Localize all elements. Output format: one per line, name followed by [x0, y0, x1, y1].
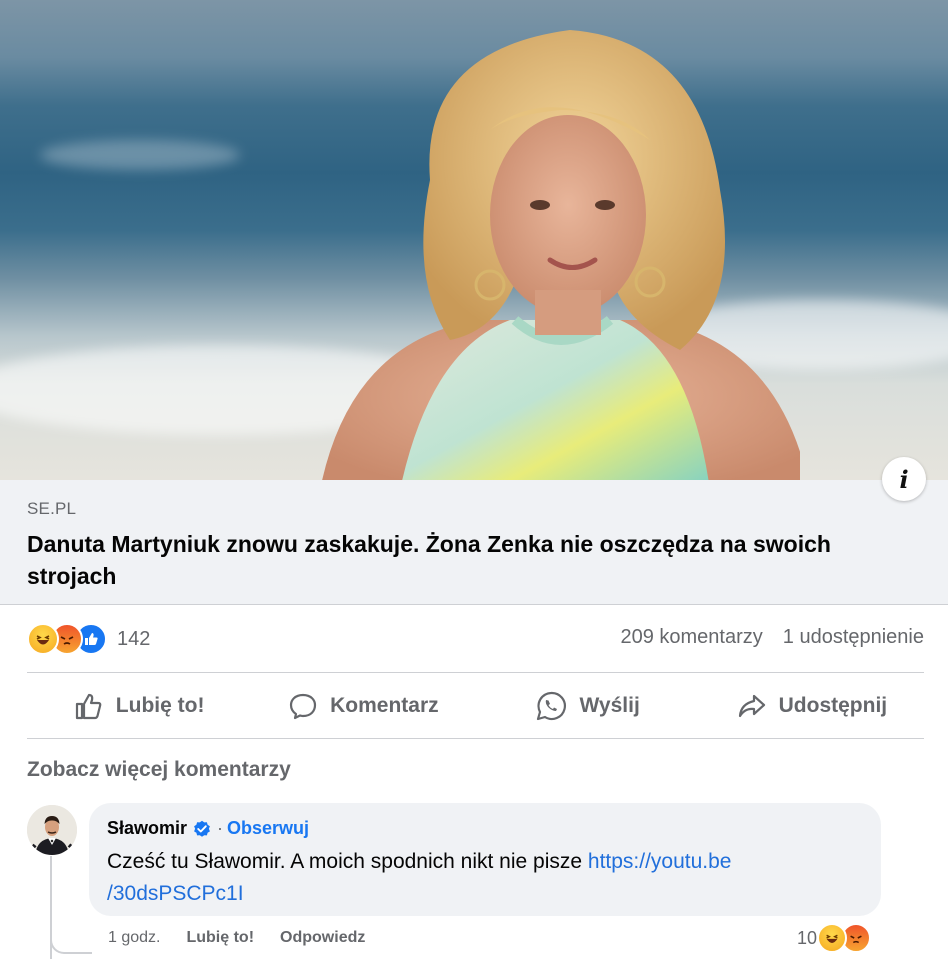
reaction-summary[interactable]: 142 — [27, 622, 150, 656]
comment-meta: 1 godz. Lubię to! Odpowiedz — [108, 929, 391, 947]
thread-connector — [50, 930, 92, 954]
see-more-comments-link[interactable]: Zobacz więcej komentarzy — [27, 758, 291, 782]
comment-text: Cześć tu Sławomir. A moich spodnich nikt… — [107, 846, 867, 910]
share-icon — [738, 694, 765, 718]
post-counts: 209 komentarzy 1 udostępnienie — [600, 626, 924, 649]
share-button[interactable]: Udostępnij — [700, 676, 924, 736]
thumbs-up-icon — [75, 693, 102, 720]
comments-count-link[interactable]: 209 komentarzy — [620, 626, 762, 648]
like-button-label: Lubię to! — [115, 694, 205, 717]
separator-dot: · — [217, 818, 224, 838]
wave-foam — [40, 140, 240, 170]
comment-button-label: Komentarz — [330, 694, 439, 717]
divider — [27, 672, 924, 673]
share-button-label: Udostępnij — [778, 694, 888, 717]
send-button[interactable]: Wyślij — [476, 676, 700, 736]
link-headline[interactable]: Danuta Martyniuk znowu zaskakuje. Żona Z… — [27, 528, 887, 592]
comment-body: Cześć tu Sławomir. A moich spodnich nikt… — [107, 850, 588, 873]
comment-reply-button[interactable]: Odpowiedz — [280, 929, 365, 947]
haha-reaction-icon — [27, 623, 59, 655]
comment-link-part1: https://youtu.be — [587, 850, 732, 873]
link-card[interactable]: SE.PL Danuta Martyniuk znowu zaskakuje. … — [0, 480, 948, 605]
post-actions: Lubię to! Komentarz Wyślij Udostępnij — [27, 676, 924, 736]
haha-reaction-icon — [817, 923, 848, 953]
avatar[interactable] — [27, 805, 77, 855]
comment-author[interactable]: Sławomir — [107, 818, 187, 839]
shares-count-link[interactable]: 1 udostępnienie — [783, 626, 924, 648]
like-button[interactable]: Lubię to! — [27, 676, 251, 736]
comment-button[interactable]: Komentarz — [251, 676, 475, 736]
reaction-count: 142 — [117, 627, 151, 650]
comment-header: Sławomir · Obserwuj — [107, 818, 309, 839]
follow-button[interactable]: Obserwuj — [227, 818, 309, 839]
link-preview-image[interactable] — [0, 0, 948, 480]
comment-reactions[interactable]: 10 — [797, 922, 872, 954]
comment-icon — [290, 693, 317, 720]
link-domain: SE.PL — [27, 499, 77, 518]
whatsapp-icon — [537, 691, 567, 721]
comment-timestamp[interactable]: 1 godz. — [108, 929, 160, 947]
post-stats: 142 209 komentarzy 1 udostępnienie — [27, 622, 924, 656]
send-button-label: Wyślij — [579, 694, 640, 717]
comment-reaction-count: 10 — [797, 927, 818, 948]
verified-badge-icon — [194, 820, 210, 837]
divider — [27, 738, 924, 739]
comment-like-button[interactable]: Lubię to! — [186, 929, 254, 947]
comment-link-part2: /30dsPSCPc1I — [107, 882, 244, 905]
woman-photo — [322, 30, 800, 480]
info-icon[interactable]: i — [882, 457, 926, 501]
comment-bubble: Sławomir · Obserwuj Cześć tu Sławomir. A… — [89, 803, 881, 916]
